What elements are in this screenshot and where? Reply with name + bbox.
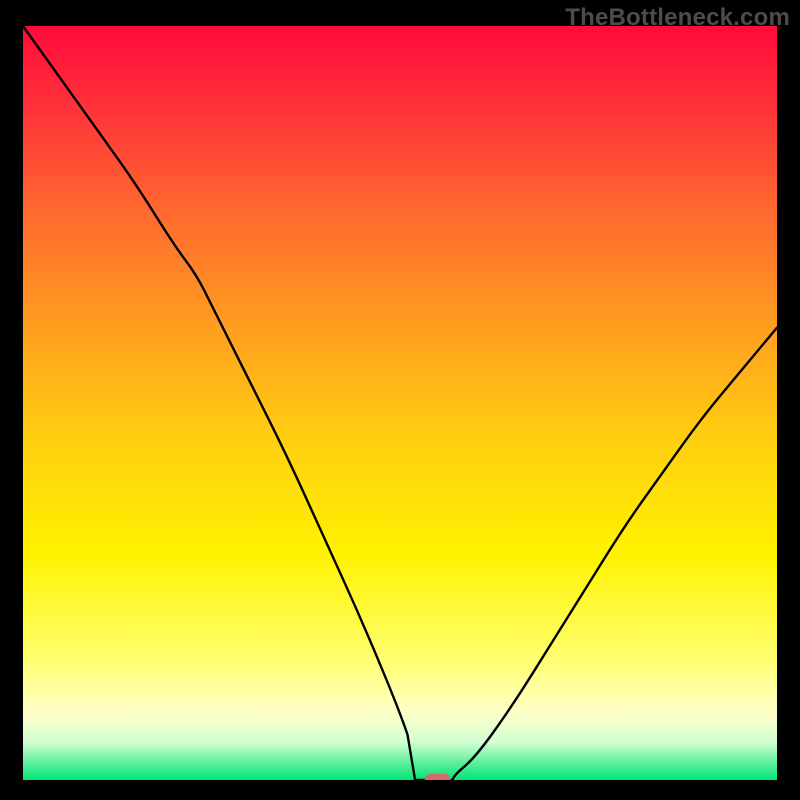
chart-frame: TheBottleneck.com xyxy=(0,0,800,800)
gradient-background xyxy=(23,26,777,780)
plot-area xyxy=(23,26,777,780)
watermark-text: TheBottleneck.com xyxy=(565,4,790,32)
optimal-marker xyxy=(425,774,451,780)
chart-svg xyxy=(23,26,777,780)
